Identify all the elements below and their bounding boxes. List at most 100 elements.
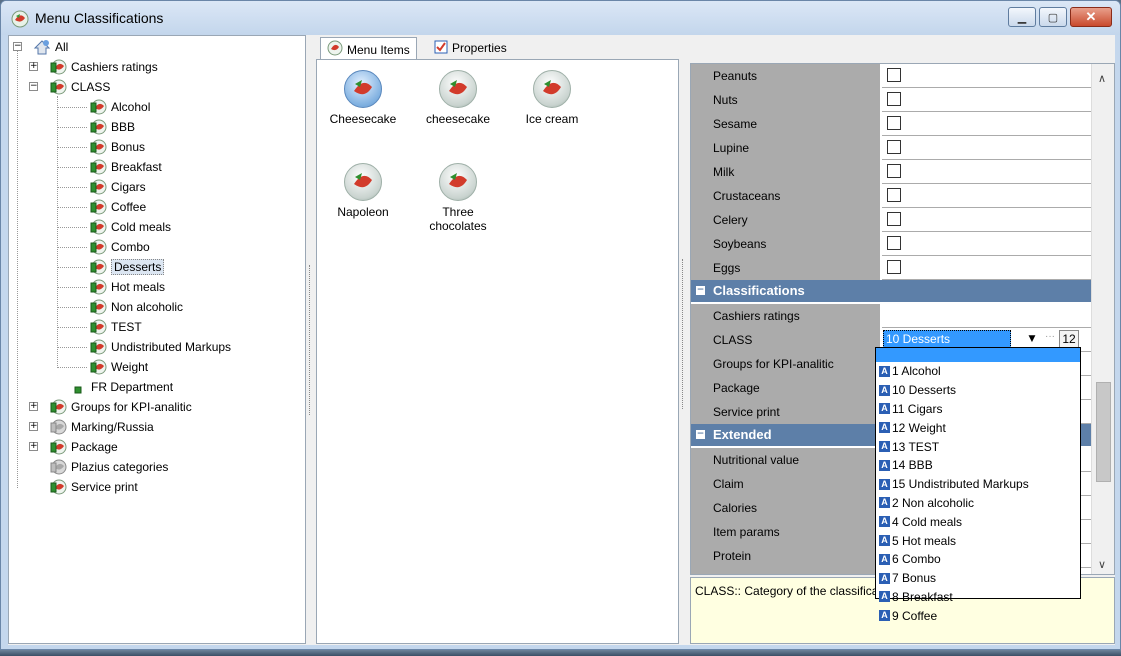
- property-row[interactable]: Cashiers ratings: [691, 304, 1091, 328]
- allergen-checkbox[interactable]: [887, 212, 901, 226]
- tree-node[interactable]: Package: [49, 437, 118, 457]
- dropdown-option[interactable]: A9 Coffee: [876, 606, 1080, 625]
- collapse-icon[interactable]: −: [696, 286, 705, 295]
- maximize-button[interactable]: ▢: [1039, 7, 1067, 27]
- dropdown-option[interactable]: A 15 Undistributed Markups: [876, 475, 1080, 494]
- property-row[interactable]: Lupine: [691, 136, 1091, 160]
- property-row[interactable]: Soybeans: [691, 232, 1091, 256]
- allergen-checkbox[interactable]: [887, 236, 901, 250]
- property-value[interactable]: [882, 304, 1091, 328]
- dropdown-option[interactable]: A6 Combo: [876, 550, 1080, 569]
- property-row[interactable]: Eggs: [691, 256, 1091, 280]
- menu-item[interactable]: Napoleon: [323, 163, 403, 219]
- expand-icon[interactable]: +: [29, 62, 38, 71]
- minimize-button[interactable]: ▁: [1008, 7, 1036, 27]
- menu-item[interactable]: Cheesecake: [323, 70, 403, 126]
- property-scrollbar[interactable]: ∧ ∨: [1091, 64, 1114, 574]
- property-row[interactable]: Crustaceans: [691, 184, 1091, 208]
- tree-node[interactable]: All: [33, 37, 68, 57]
- classification-tree[interactable]: − All + Cashiers ratings − CLASS Alcohol BBB Bon…: [8, 35, 306, 644]
- property-row[interactable]: Milk: [691, 160, 1091, 184]
- allergen-checkbox[interactable]: [887, 260, 901, 274]
- expand-icon[interactable]: +: [29, 402, 38, 411]
- allergen-checkbox[interactable]: [887, 188, 901, 202]
- allergen-checkbox[interactable]: [887, 164, 901, 178]
- category-header[interactable]: − Classifications: [691, 280, 1091, 302]
- tree-node[interactable]: Plazius categories: [49, 457, 168, 477]
- tab-properties[interactable]: Properties: [428, 37, 513, 59]
- menu-item[interactable]: Ice cream: [512, 70, 592, 126]
- property-value[interactable]: [882, 136, 1091, 160]
- collapse-icon[interactable]: −: [696, 430, 705, 439]
- property-value[interactable]: [882, 256, 1091, 280]
- expand-icon[interactable]: +: [29, 422, 38, 431]
- allergen-checkbox[interactable]: [887, 68, 901, 82]
- class-dropdown-list[interactable]: A1 Alcohol A 10 Desserts A 11 Cigars A 12 Weig…: [875, 347, 1081, 623]
- expand-icon[interactable]: +: [29, 442, 38, 451]
- menu-item[interactable]: cheesecake: [418, 70, 498, 126]
- tree-node[interactable]: CLASS: [49, 77, 110, 97]
- tree-node[interactable]: Bonus: [89, 137, 145, 157]
- tree-node[interactable]: Coffee: [89, 197, 146, 217]
- property-name: Groups for KPI-analitic: [705, 352, 881, 376]
- allergen-checkbox[interactable]: [887, 116, 901, 130]
- tree-node[interactable]: TEST: [89, 317, 142, 337]
- dropdown-option[interactable]: A2 Non alcoholic: [876, 494, 1080, 513]
- property-row[interactable]: Sesame: [691, 112, 1091, 136]
- property-value[interactable]: [882, 208, 1091, 232]
- dropdown-option[interactable]: A8 Breakfast: [876, 588, 1080, 607]
- title-bar[interactable]: Menu Classifications ▁ ▢ ✕: [1, 1, 1120, 35]
- tree-node[interactable]: Marking/Russia: [49, 417, 154, 437]
- tree-node[interactable]: Weight: [89, 357, 148, 377]
- property-value[interactable]: [882, 232, 1091, 256]
- tree-node[interactable]: Cold meals: [89, 217, 171, 237]
- tree-node[interactable]: Undistributed Markups: [89, 337, 231, 357]
- tree-node[interactable]: Breakfast: [89, 157, 162, 177]
- tree-node[interactable]: Desserts: [89, 257, 165, 277]
- dropdown-empty-option[interactable]: [876, 348, 1080, 362]
- property-row[interactable]: Peanuts: [691, 64, 1091, 88]
- dropdown-option[interactable]: A 13 TEST: [876, 437, 1080, 456]
- tree-node[interactable]: BBB: [89, 117, 135, 137]
- dropdown-option[interactable]: A7 Bonus: [876, 569, 1080, 588]
- tree-node[interactable]: Non alcoholic: [89, 297, 183, 317]
- scroll-down-icon[interactable]: ∨: [1098, 558, 1106, 571]
- menu-item[interactable]: Three chocolates: [418, 163, 498, 233]
- scroll-thumb[interactable]: [1096, 382, 1111, 482]
- tree-node[interactable]: Cashiers ratings: [49, 57, 158, 77]
- tab-menu-items[interactable]: Menu Items: [320, 37, 417, 61]
- tree-node[interactable]: Service print: [49, 477, 138, 497]
- allergen-checkbox[interactable]: [887, 92, 901, 106]
- class-selected-value[interactable]: 10 Desserts: [883, 330, 1011, 348]
- property-value[interactable]: [882, 184, 1091, 208]
- ellipsis-button[interactable]: ···: [1043, 331, 1057, 347]
- close-button[interactable]: ✕: [1070, 7, 1112, 27]
- dropdown-option[interactable]: A 12 Weight: [876, 418, 1080, 437]
- property-value[interactable]: [882, 112, 1091, 136]
- class-combobox[interactable]: 10 Desserts ▼ ··· 12: [883, 329, 1089, 349]
- dropdown-option[interactable]: A1 Alcohol: [876, 362, 1080, 381]
- middle-splitter[interactable]: [679, 59, 689, 644]
- scroll-up-icon[interactable]: ∧: [1098, 72, 1106, 85]
- tree-node[interactable]: Combo: [89, 237, 150, 257]
- collapse-icon[interactable]: −: [29, 82, 38, 91]
- property-row[interactable]: Celery: [691, 208, 1091, 232]
- dropdown-option[interactable]: A5 Hot meals: [876, 531, 1080, 550]
- tree-node[interactable]: FR Department: [69, 377, 173, 397]
- property-row[interactable]: Nuts: [691, 88, 1091, 112]
- left-splitter[interactable]: [306, 35, 316, 644]
- dropdown-option[interactable]: A 10 Desserts: [876, 381, 1080, 400]
- dropdown-option[interactable]: A 14 BBB: [876, 456, 1080, 475]
- dropdown-option[interactable]: A 11 Cigars: [876, 400, 1080, 419]
- tree-node[interactable]: Cigars: [89, 177, 146, 197]
- property-value[interactable]: [882, 88, 1091, 112]
- allergen-checkbox[interactable]: [887, 140, 901, 154]
- dropdown-option[interactable]: A4 Cold meals: [876, 512, 1080, 531]
- property-value[interactable]: [882, 64, 1091, 88]
- collapse-icon[interactable]: −: [13, 42, 22, 51]
- dropdown-arrow-icon[interactable]: ▼: [1023, 331, 1041, 347]
- tree-node[interactable]: Alcohol: [89, 97, 150, 117]
- property-value[interactable]: [882, 160, 1091, 184]
- tree-node[interactable]: Groups for KPI-analitic: [49, 397, 192, 417]
- tree-node[interactable]: Hot meals: [89, 277, 165, 297]
